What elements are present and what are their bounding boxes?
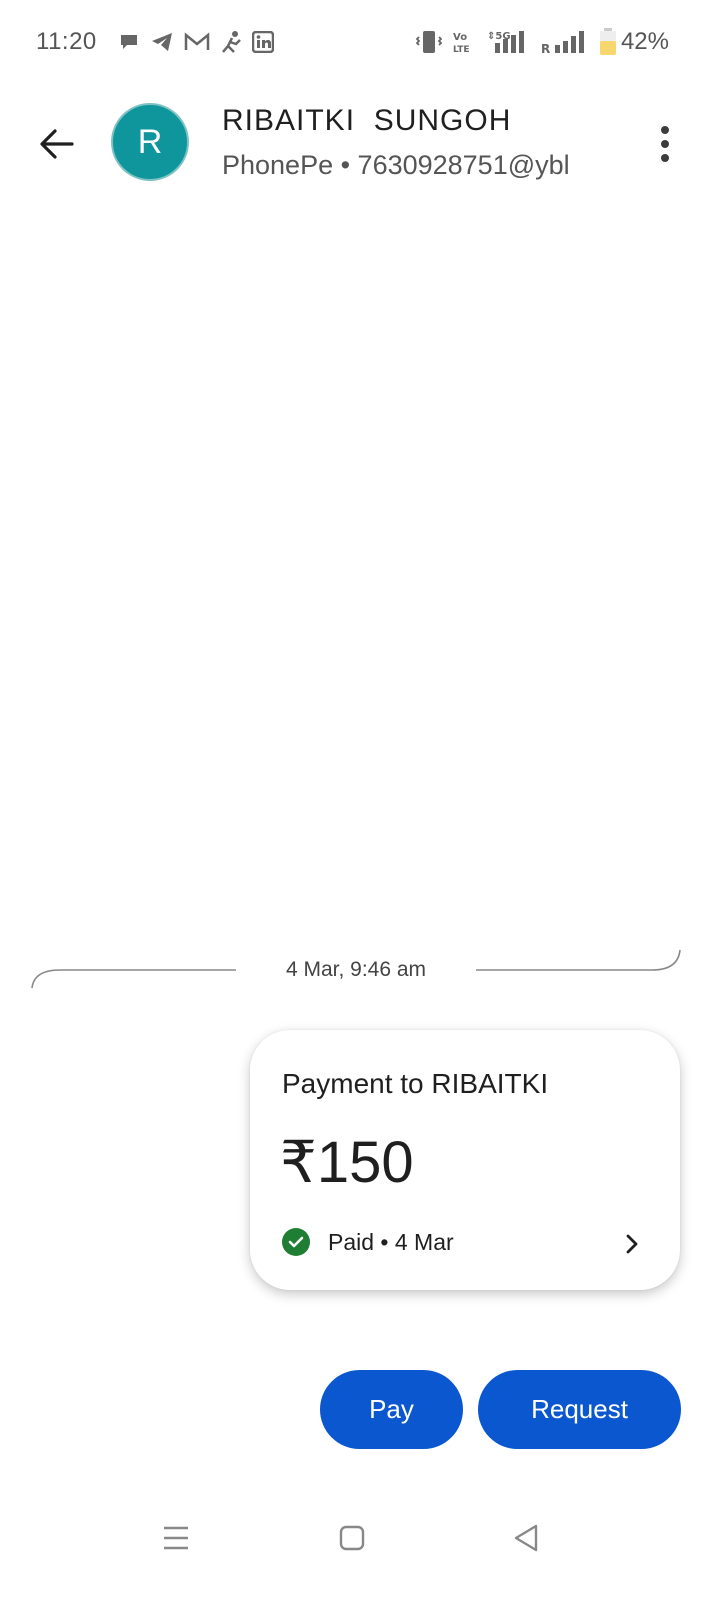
back-nav-icon <box>514 1524 538 1552</box>
battery-icon <box>600 28 616 55</box>
chevron-right-icon[interactable] <box>622 1230 642 1258</box>
svg-text:LTE: LTE <box>453 45 470 55</box>
check-circle-icon <box>282 1228 310 1256</box>
dot-icon <box>661 140 669 148</box>
vibrate-icon <box>415 31 443 53</box>
divider-right-line <box>476 949 681 971</box>
svg-text:R: R <box>541 42 550 55</box>
payment-title: Payment to RIBAITKI <box>282 1068 549 1099</box>
notification-icons <box>118 30 274 54</box>
status-bar: 11:20 Vo LTE ⇕5G R 42% <box>0 0 727 86</box>
more-options-button[interactable] <box>643 116 687 172</box>
system-icons: Vo LTE ⇕5G R <box>415 28 617 56</box>
avatar[interactable]: R <box>111 103 189 181</box>
contact-upi-id: PhonePe • 7630928751@ybl <box>222 150 570 180</box>
recents-icon <box>164 1526 188 1550</box>
payment-card[interactable]: Payment to RIBAITKI ₹150 Paid • 4 Mar <box>250 1030 680 1290</box>
sports-icon <box>222 31 241 53</box>
payment-status: Paid • 4 Mar <box>328 1228 454 1255</box>
volte-icon: Vo LTE <box>453 32 470 55</box>
home-button[interactable] <box>322 1508 382 1568</box>
chat-header: R RIBAITKI SUNGOH PhonePe • 7630928751@y… <box>0 86 727 206</box>
back-nav-button[interactable] <box>496 1508 556 1568</box>
back-button[interactable] <box>28 116 84 172</box>
dot-icon <box>661 154 669 162</box>
arrow-left-icon <box>40 129 74 159</box>
gmail-icon <box>184 32 210 50</box>
payment-amount: ₹150 <box>280 1130 414 1195</box>
telegram-icon <box>152 33 172 51</box>
status-time: 11:20 <box>36 28 97 55</box>
recents-button[interactable] <box>146 1508 206 1568</box>
pay-button[interactable]: Pay <box>320 1370 463 1449</box>
dot-icon <box>661 126 669 134</box>
payment-status-row: Paid • 4 Mar <box>282 1228 454 1256</box>
svg-text:Vo: Vo <box>453 32 467 43</box>
battery-percentage: 42% <box>620 28 669 55</box>
linkedin-icon <box>252 31 274 53</box>
contact-name[interactable]: RIBAITKI SUNGOH <box>222 104 511 138</box>
request-button[interactable]: Request <box>478 1370 681 1449</box>
home-icon <box>339 1525 365 1551</box>
system-nav-bar <box>0 1490 727 1600</box>
chat-bubble-icon <box>121 35 137 49</box>
signal-roaming-icon: R <box>541 31 584 55</box>
date-divider: 4 Mar, 9:46 am <box>30 944 682 994</box>
signal-5g-icon: ⇕5G <box>487 31 524 53</box>
